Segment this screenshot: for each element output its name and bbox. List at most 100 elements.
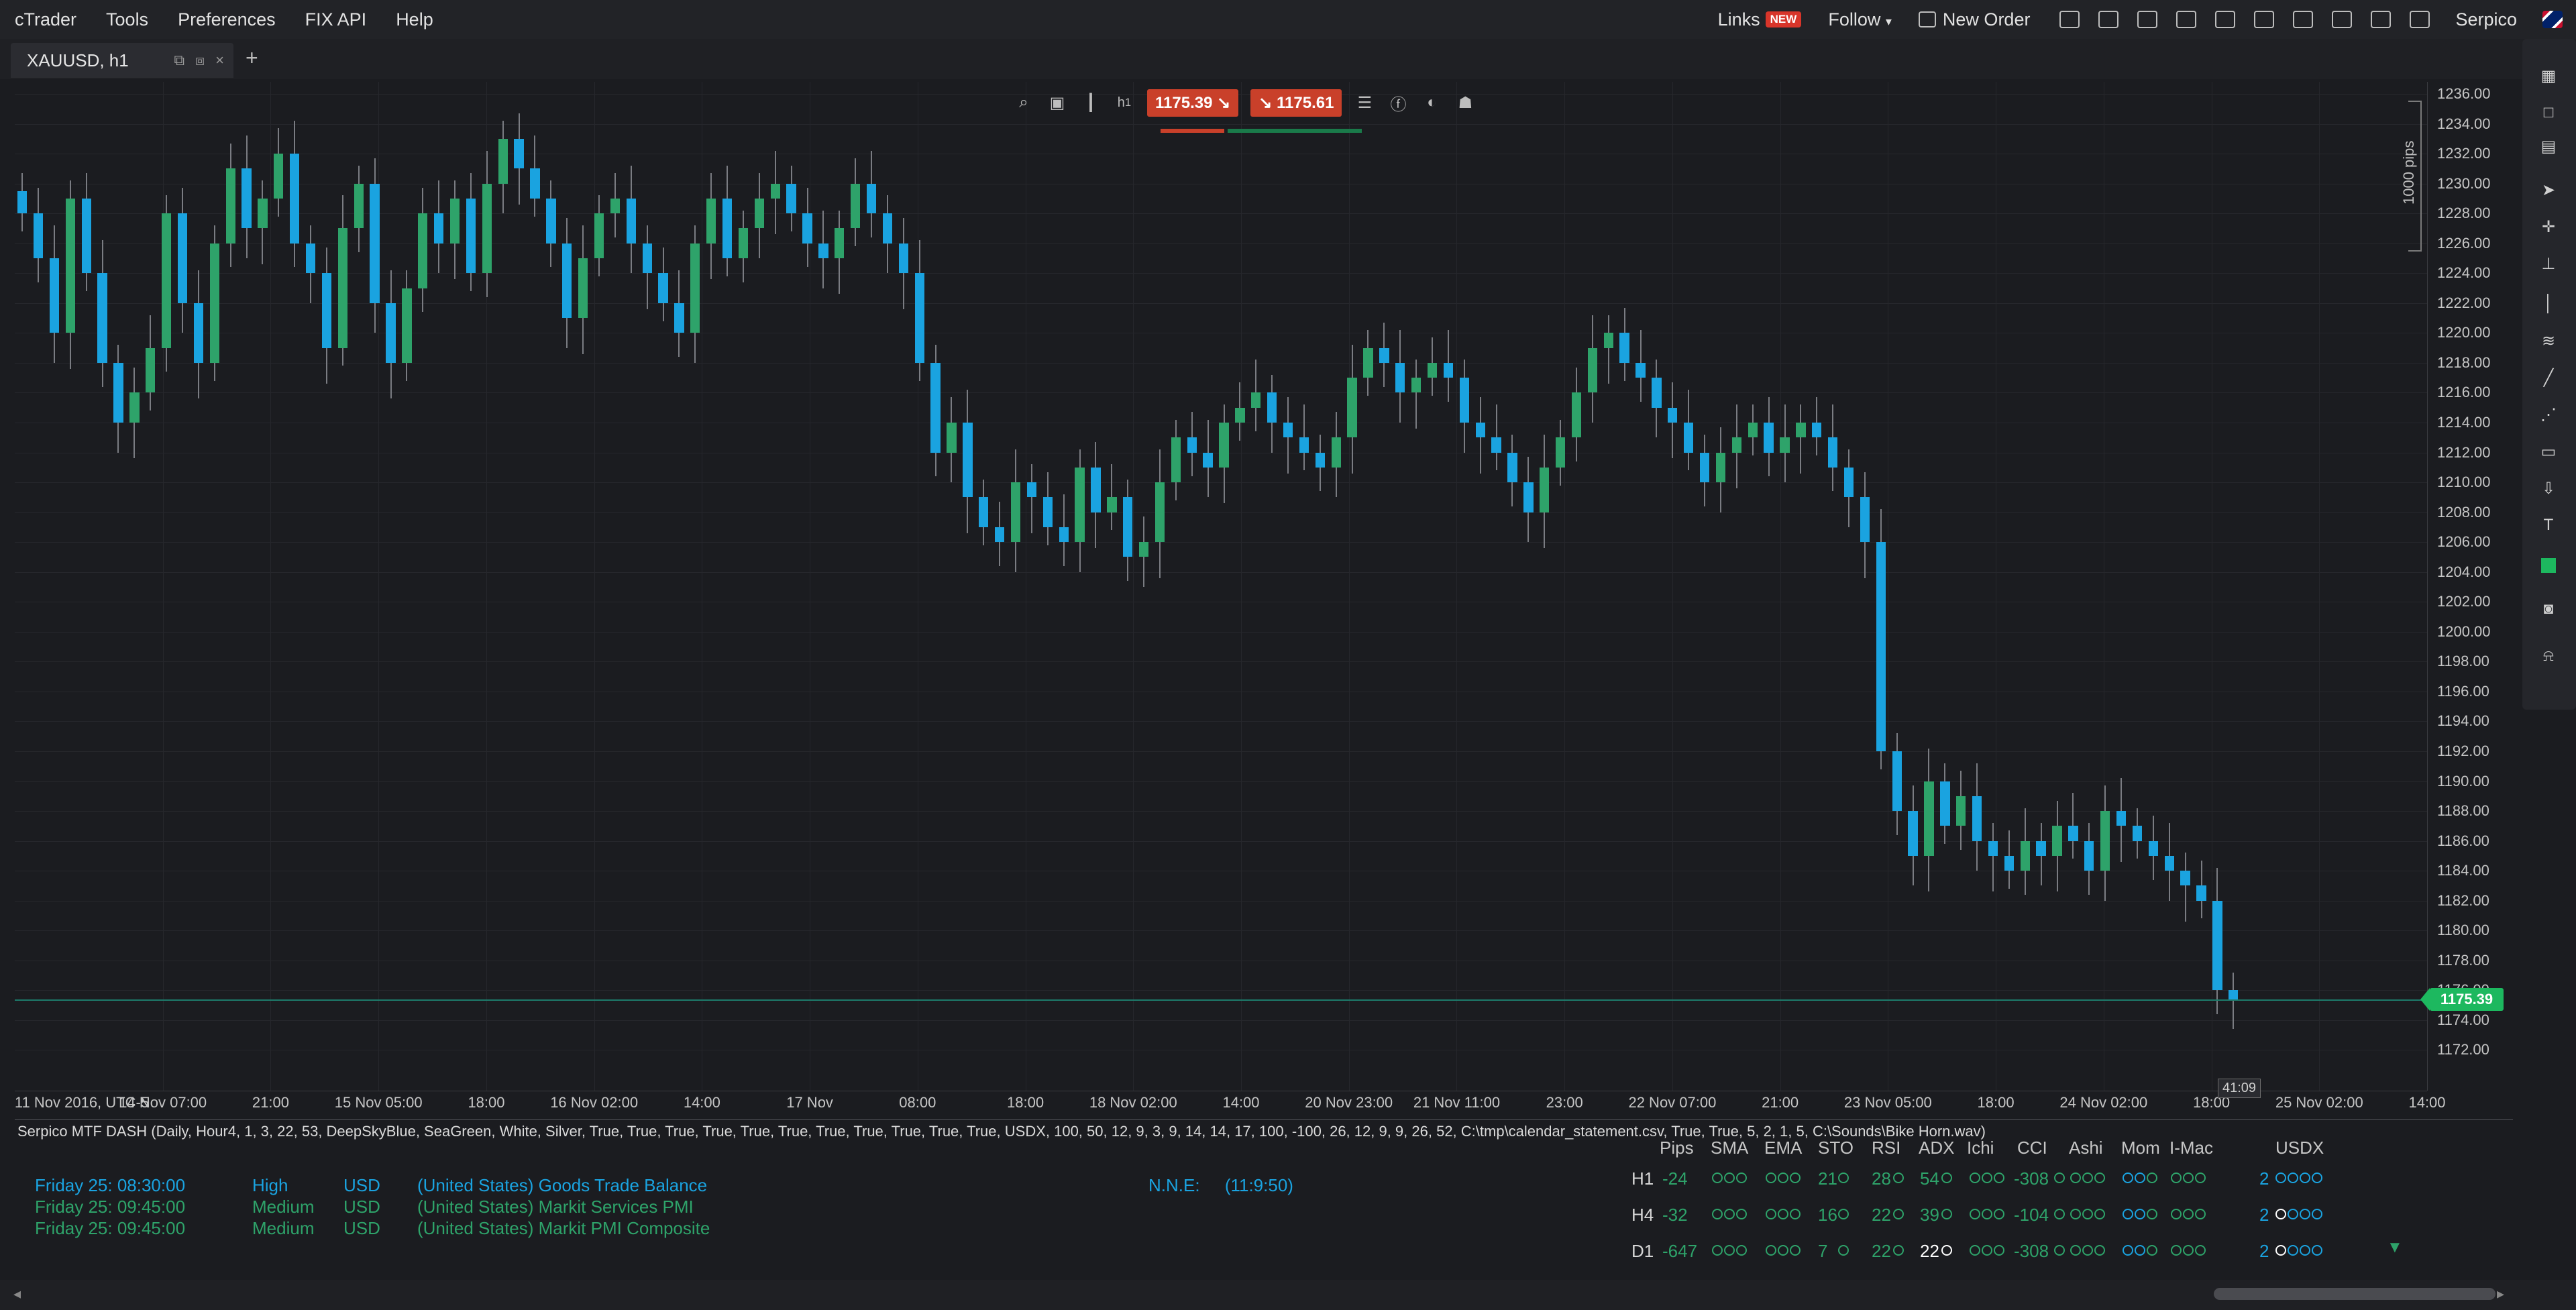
sound-icon[interactable] bbox=[2332, 11, 2353, 28]
candle-body[interactable] bbox=[1459, 378, 1469, 423]
menu-help[interactable]: Help bbox=[381, 9, 448, 30]
alert-bell-icon[interactable] bbox=[2137, 11, 2158, 28]
candle-body[interactable] bbox=[274, 154, 284, 199]
candle-body[interactable] bbox=[1731, 437, 1741, 453]
candle-body[interactable] bbox=[1507, 452, 1517, 483]
candle-body[interactable] bbox=[370, 183, 380, 303]
color-icon[interactable] bbox=[2538, 555, 2559, 576]
candle-body[interactable] bbox=[851, 183, 861, 229]
candle-body[interactable] bbox=[1571, 392, 1582, 438]
detach-icon[interactable]: ⧈ bbox=[195, 52, 205, 69]
mail-icon[interactable] bbox=[2293, 11, 2314, 28]
candle-body[interactable] bbox=[1075, 467, 1085, 543]
candle-body[interactable] bbox=[1699, 452, 1710, 483]
candle-body[interactable] bbox=[610, 198, 621, 214]
candle-body[interactable] bbox=[802, 213, 812, 243]
candle-body[interactable] bbox=[1988, 840, 1998, 856]
single-chart-icon[interactable]: □ bbox=[2538, 103, 2559, 123]
menu-ctrader[interactable]: cTrader bbox=[0, 9, 91, 30]
candle-body[interactable] bbox=[562, 243, 572, 319]
close-icon[interactable]: × bbox=[215, 52, 224, 69]
candle-body[interactable] bbox=[49, 258, 60, 333]
user-label[interactable]: Serpico bbox=[2455, 9, 2517, 30]
fibonacci-icon[interactable]: ≋ bbox=[2538, 331, 2559, 351]
candle-body[interactable] bbox=[1908, 811, 1918, 856]
candle-body[interactable] bbox=[2164, 855, 2174, 871]
candle-body[interactable] bbox=[1138, 542, 1149, 557]
candle-body[interactable] bbox=[770, 183, 780, 199]
candle-body[interactable] bbox=[193, 303, 204, 363]
camera-icon[interactable]: ◙ bbox=[2538, 599, 2559, 619]
candle-body[interactable] bbox=[1555, 437, 1566, 468]
candle-body[interactable] bbox=[626, 198, 636, 243]
candle-body[interactable] bbox=[466, 198, 476, 274]
candle-body[interactable] bbox=[2196, 885, 2206, 901]
candle-body[interactable] bbox=[1331, 437, 1341, 468]
candle-body[interactable] bbox=[1347, 378, 1357, 438]
candle-body[interactable] bbox=[979, 497, 989, 527]
candle-body[interactable] bbox=[2100, 811, 2110, 871]
menu-fix-api[interactable]: FIX API bbox=[290, 9, 382, 30]
menu-preferences[interactable]: Preferences bbox=[163, 9, 290, 30]
candle-body[interactable] bbox=[305, 243, 316, 274]
candle-body[interactable] bbox=[225, 168, 235, 243]
new-order-button[interactable]: New Order bbox=[1918, 9, 2030, 30]
candle-body[interactable] bbox=[1251, 392, 1261, 408]
candle-body[interactable] bbox=[1892, 751, 1902, 812]
candle-body[interactable] bbox=[1219, 423, 1229, 468]
sell-button[interactable]: 1175.39 ↘ bbox=[1147, 89, 1239, 117]
candle-body[interactable] bbox=[754, 198, 765, 229]
candle-body[interactable] bbox=[1843, 467, 1854, 498]
candle-body[interactable] bbox=[290, 154, 300, 243]
fullscreen-icon[interactable] bbox=[2410, 11, 2430, 28]
candle-body[interactable] bbox=[209, 243, 219, 363]
candle-body[interactable] bbox=[1475, 423, 1485, 438]
zoom-icon[interactable]: ⌕ bbox=[1013, 92, 1034, 113]
candle-body[interactable] bbox=[1171, 437, 1181, 483]
scroll-thumb[interactable] bbox=[2214, 1288, 2496, 1300]
candle-body[interactable] bbox=[97, 273, 107, 363]
candle-body[interactable] bbox=[354, 183, 364, 229]
candle-body[interactable] bbox=[835, 228, 845, 258]
candle-body[interactable] bbox=[1203, 452, 1213, 468]
candle-body[interactable] bbox=[1924, 781, 1934, 856]
candle-body[interactable] bbox=[2229, 990, 2239, 999]
time-axis[interactable]: 11 Nov 2016, UTC-5 14 Nov 07:00 21:00 15 No… bbox=[15, 1091, 2446, 1115]
layout-grid-icon[interactable]: ▦ bbox=[2538, 66, 2559, 86]
tab-xauusd-h1[interactable]: XAUUSD, h1 ⧉ ⧈ × bbox=[11, 43, 233, 78]
buy-button[interactable]: ↘ 1175.61 bbox=[1250, 89, 1342, 117]
candle-body[interactable] bbox=[1876, 542, 1886, 751]
candle-body[interactable] bbox=[866, 183, 877, 214]
candle-body[interactable] bbox=[1395, 362, 1405, 393]
candle-body[interactable] bbox=[434, 213, 444, 243]
scroll-left-icon[interactable]: ◂ bbox=[13, 1285, 21, 1303]
candle-body[interactable] bbox=[1619, 333, 1629, 363]
rectangle-icon[interactable]: ▭ bbox=[2538, 441, 2559, 461]
candle-type-icon[interactable]: ┃ bbox=[1080, 92, 1102, 113]
candle-body[interactable] bbox=[1764, 423, 1774, 453]
candle-body[interactable] bbox=[690, 243, 700, 333]
candle-body[interactable] bbox=[1956, 796, 1966, 826]
candle-body[interactable] bbox=[1940, 781, 1950, 826]
candle-body[interactable] bbox=[706, 198, 716, 243]
chart-type-icon[interactable] bbox=[2176, 11, 2197, 28]
candle-body[interactable] bbox=[1107, 497, 1117, 512]
candle-body[interactable] bbox=[818, 243, 828, 258]
candle-body[interactable] bbox=[2116, 811, 2127, 826]
chart-settings-icon[interactable]: ▣ bbox=[1046, 92, 1068, 113]
history-icon[interactable] bbox=[2254, 11, 2275, 28]
measure-icon[interactable]: ⊥ bbox=[2538, 254, 2559, 274]
layout-icon[interactable] bbox=[2059, 11, 2080, 28]
candle-body[interactable] bbox=[642, 243, 652, 274]
candle-body[interactable] bbox=[514, 138, 524, 169]
scroll-right-icon[interactable]: ▸ bbox=[2497, 1285, 2504, 1303]
candle-body[interactable] bbox=[1427, 362, 1438, 378]
candle-body[interactable] bbox=[113, 362, 123, 423]
candle-body[interactable] bbox=[1267, 392, 1277, 423]
candle-body[interactable] bbox=[2036, 840, 2046, 856]
candle-body[interactable] bbox=[241, 168, 252, 229]
candle-body[interactable] bbox=[1523, 482, 1534, 512]
channel-icon[interactable]: ⋰ bbox=[2538, 404, 2559, 425]
crosshair-icon[interactable]: ✛ bbox=[2538, 217, 2559, 237]
screen-icon[interactable] bbox=[2098, 11, 2119, 28]
